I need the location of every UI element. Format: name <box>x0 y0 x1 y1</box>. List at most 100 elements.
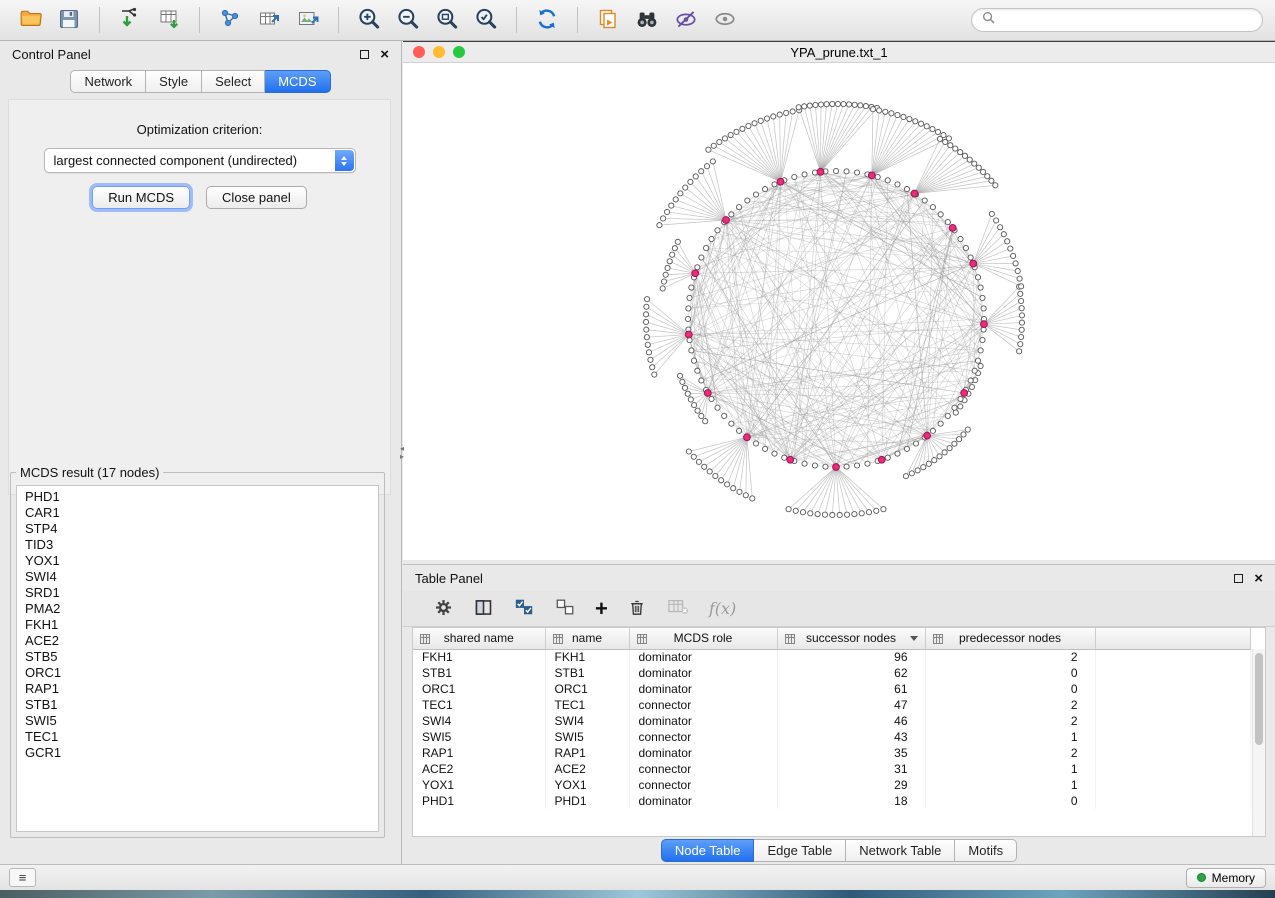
network-graph[interactable] <box>403 63 1275 561</box>
zoom-in-button[interactable] <box>351 4 387 36</box>
column-header-predecessor-nodes[interactable]: predecessor nodes <box>925 628 1095 649</box>
cell-filler <box>1095 729 1251 745</box>
column-browser-button[interactable] <box>473 597 494 621</box>
list-item[interactable]: SWI4 <box>25 569 370 585</box>
table-row[interactable]: TEC1TEC1connector472 <box>413 697 1251 713</box>
cell-successors: 47 <box>777 697 925 713</box>
import-table-button[interactable] <box>151 4 187 36</box>
cell-shared_name: PHD1 <box>413 793 545 809</box>
list-item[interactable]: PMA2 <box>25 601 370 617</box>
tab-motifs[interactable]: Motifs <box>955 839 1017 862</box>
table-row[interactable]: YOX1YOX1connector291 <box>413 777 1251 793</box>
tab-network-table[interactable]: Network Table <box>846 839 955 862</box>
list-item[interactable]: PHD1 <box>25 489 370 505</box>
mcds-result-list[interactable]: PHD1CAR1STP4TID3YOX1SWI4SRD1PMA2FKH1ACE2… <box>16 485 379 832</box>
tab-network[interactable]: Network <box>70 70 146 93</box>
list-item[interactable]: GCR1 <box>25 745 370 761</box>
list-item[interactable]: FKH1 <box>25 617 370 633</box>
tab-mcds[interactable]: MCDS <box>265 70 330 93</box>
list-item[interactable]: SRD1 <box>25 585 370 601</box>
table-row[interactable]: FKH1FKH1dominator962 <box>413 649 1251 665</box>
eye-icon <box>712 6 738 35</box>
cell-filler <box>1095 649 1251 665</box>
list-item[interactable]: STB5 <box>25 649 370 665</box>
table-row[interactable]: STB1STB1dominator620 <box>413 665 1251 681</box>
search-box[interactable] <box>971 8 1263 32</box>
refresh-button[interactable] <box>529 4 565 36</box>
chevron-down-icon[interactable] <box>910 636 918 641</box>
panel-divider-handle[interactable]: ◂▸ <box>397 442 407 464</box>
show-hide-button[interactable] <box>707 4 743 36</box>
unselect-all-button[interactable] <box>554 597 576 620</box>
list-item[interactable]: STB1 <box>25 697 370 713</box>
control-panel-title: Control Panel <box>12 47 91 62</box>
create-column-button[interactable]: + <box>595 598 608 620</box>
criterion-dropdown[interactable]: largest connected component (undirected) <box>44 148 356 173</box>
run-mcds-button[interactable]: Run MCDS <box>92 186 190 209</box>
list-item[interactable]: SWI5 <box>25 713 370 729</box>
close-panel-button[interactable]: × <box>380 47 389 62</box>
cell-filler <box>1095 681 1251 697</box>
column-grid-icon <box>553 633 563 647</box>
table-row[interactable]: ACE2ACE2connector311 <box>413 761 1251 777</box>
zoom-out-button[interactable] <box>390 4 426 36</box>
close-panel-button-2[interactable]: Close panel <box>206 186 307 209</box>
list-item[interactable]: TEC1 <box>25 729 370 745</box>
open-file-button[interactable] <box>12 4 48 36</box>
close-table-panel-button[interactable]: × <box>1254 571 1263 586</box>
table-row[interactable]: SWI4SWI4dominator462 <box>413 713 1251 729</box>
memory-button[interactable]: Memory <box>1186 868 1266 888</box>
import-network-button[interactable] <box>112 4 148 36</box>
cell-successors: 61 <box>777 681 925 697</box>
window-close-icon[interactable] <box>413 46 425 58</box>
table-row[interactable]: PHD1PHD1dominator180 <box>413 793 1251 809</box>
export-network-button[interactable] <box>212 4 248 36</box>
search-input[interactable] <box>1001 12 1252 29</box>
column-header-name[interactable]: name <box>545 628 629 649</box>
list-item[interactable]: YOX1 <box>25 553 370 569</box>
cell-shared_name: YOX1 <box>413 777 545 793</box>
list-item[interactable]: ACE2 <box>25 633 370 649</box>
table-row[interactable]: ORC1ORC1dominator610 <box>413 681 1251 697</box>
list-item[interactable]: TID3 <box>25 537 370 553</box>
network-title: YPA_prune.txt_1 <box>403 45 1275 60</box>
find-button[interactable] <box>629 4 665 36</box>
cell-predecessors: 2 <box>925 697 1095 713</box>
graphics-details-button[interactable] <box>668 4 704 36</box>
list-item[interactable]: RAP1 <box>25 681 370 697</box>
search-icon <box>982 11 995 29</box>
scrollbar-thumb[interactable] <box>1255 653 1263 745</box>
status-list-button[interactable]: ≡ <box>9 868 36 887</box>
cell-filler <box>1095 665 1251 681</box>
zoom-fit-button[interactable] <box>429 4 465 36</box>
refresh-icon <box>534 6 560 35</box>
select-all-button[interactable] <box>513 597 535 620</box>
table-settings-button[interactable] <box>433 597 454 621</box>
export-table-button[interactable] <box>251 4 287 36</box>
column-header-shared-name[interactable]: shared name <box>413 628 545 649</box>
eye-slash-icon <box>673 6 699 35</box>
table-row[interactable]: RAP1RAP1dominator352 <box>413 745 1251 761</box>
list-item[interactable]: STP4 <box>25 521 370 537</box>
float-table-panel-button[interactable] <box>1234 574 1243 583</box>
delete-column-button[interactable] <box>627 597 647 621</box>
table-scrollbar[interactable] <box>1252 649 1265 836</box>
column-header-mcds-role[interactable]: MCDS role <box>629 628 777 649</box>
tab-node-table[interactable]: Node Table <box>661 839 755 862</box>
network-canvas[interactable] <box>403 63 1275 560</box>
clone-network-button[interactable] <box>590 4 626 36</box>
list-item[interactable]: CAR1 <box>25 505 370 521</box>
column-header-successor-nodes[interactable]: successor nodes <box>777 628 925 649</box>
list-item[interactable]: ORC1 <box>25 665 370 681</box>
export-image-button[interactable] <box>290 4 326 36</box>
save-session-button[interactable] <box>51 4 87 36</box>
window-zoom-icon[interactable] <box>453 46 465 58</box>
table-row[interactable]: SWI5SWI5connector431 <box>413 729 1251 745</box>
zoom-selected-button[interactable] <box>468 4 504 36</box>
tab-edge-table[interactable]: Edge Table <box>754 839 846 862</box>
tab-select[interactable]: Select <box>202 70 265 93</box>
tab-style[interactable]: Style <box>146 70 202 93</box>
float-panel-button[interactable] <box>360 50 369 59</box>
cell-name: ORC1 <box>545 681 629 697</box>
window-minimize-icon[interactable] <box>433 46 445 58</box>
